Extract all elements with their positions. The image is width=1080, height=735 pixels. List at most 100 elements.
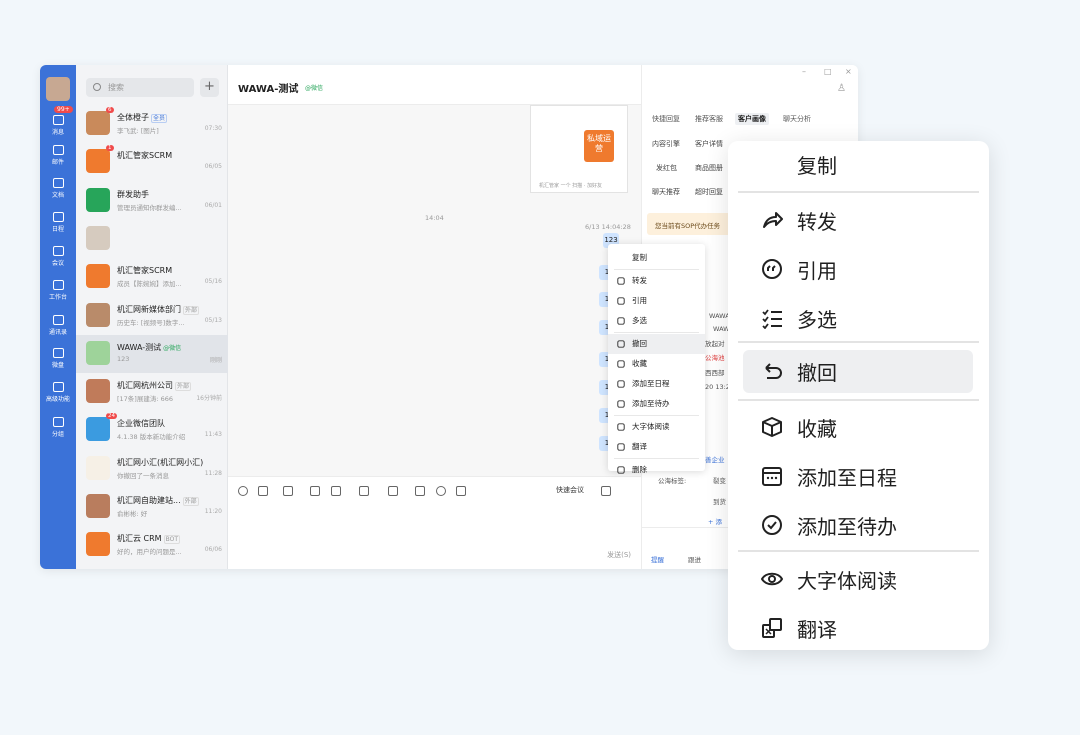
tab-quick-reply[interactable]: 快捷回复 — [652, 114, 680, 124]
conversation-item[interactable]: WAWA-测试 @微信 123 刚刚 — [76, 334, 228, 373]
menu-item-undo[interactable]: 撤回 — [608, 334, 705, 354]
profile-pool: 公海池 — [705, 354, 725, 362]
menu-item-multiselect[interactable]: 多选 — [743, 297, 973, 340]
red-packet-button[interactable]: 发红包 — [656, 163, 677, 173]
menu-item-label: 撤回 — [632, 339, 647, 348]
tab-recommend-cs[interactable]: 推荐客服 — [695, 114, 723, 124]
menu-item-translate[interactable]: 翻译 — [608, 437, 705, 457]
tab-customer-profile[interactable]: 客户画像 — [735, 113, 769, 125]
menu-item-collect[interactable]: 收藏 — [743, 406, 973, 449]
chat-recommend-button[interactable]: 聊天推荐 — [652, 187, 680, 197]
rail-meeting[interactable]: 会议 — [40, 246, 76, 267]
conversation-avatar — [86, 264, 110, 289]
panel-toggle-icon[interactable] — [601, 486, 611, 496]
conversation-item[interactable]: 机汇网自助建站... 外部 俞彬彬: 好 11:20 — [76, 488, 228, 526]
menu-item-todo[interactable]: 添加至待办 — [743, 504, 973, 547]
avatar[interactable] — [46, 77, 70, 101]
product-album-button[interactable]: 商品图册 — [695, 163, 723, 173]
menu-separator — [614, 415, 699, 416]
menu-separator — [614, 269, 699, 270]
rail-messages[interactable]: 消息 — [40, 115, 76, 136]
doc-icon[interactable] — [310, 486, 320, 496]
menu-item-trash[interactable]: 删除 — [608, 460, 705, 480]
coupon-icon[interactable] — [415, 486, 425, 496]
message-composer[interactable]: 快速会议 发送(S) — [228, 476, 641, 569]
conversation-item[interactable]: 群发助手 管理员通知你群发编... 06/01 — [76, 182, 228, 220]
conversation-preview: 123 — [117, 354, 130, 363]
rail-workbench[interactable]: 工作台 — [40, 280, 76, 301]
clock-icon[interactable] — [456, 486, 466, 496]
conversation-time: 11:28 — [204, 469, 222, 477]
phone-icon[interactable] — [388, 486, 398, 496]
tab-reminder[interactable]: 提醒 — [651, 554, 664, 564]
menu-item-eye[interactable]: 大字体阅读 — [743, 558, 973, 601]
close-icon[interactable]: × — [845, 67, 852, 76]
conversation-name: 企业微信团队 — [117, 419, 165, 429]
menu-item-quote[interactable]: 引用 — [743, 248, 973, 291]
conversation-name: 机汇网自助建站... 外部 — [117, 496, 199, 506]
rail-drive[interactable]: 微盘 — [40, 348, 76, 369]
contacts-icon — [52, 315, 64, 325]
conversation-item[interactable]: 机汇云 CRM BOT 好的，用户的问题是... 06/06 — [76, 526, 228, 564]
conversation-name: 机汇云 CRM BOT — [117, 534, 180, 545]
menu-item-copy[interactable]: 复制 — [608, 248, 705, 268]
conversation-item[interactable]: 机汇网新媒体部门 外部 历史车: [视频号]数字... 05/13 — [76, 297, 228, 335]
add-tag[interactable]: + 添 — [708, 516, 722, 526]
conversation-item[interactable]: 机汇管家SCRM 成员【陈婉婉】添加... 05/16 — [76, 258, 228, 296]
rail-groups[interactable]: 分组 — [40, 417, 76, 438]
rail-mail[interactable]: 邮件 — [40, 145, 76, 166]
menu-item-forward[interactable]: 转发 — [743, 199, 973, 242]
quick-meeting-button[interactable]: 快速会议 — [556, 485, 584, 495]
conversation-item[interactable]: 6 全体橙子 全员 李飞武: [图片] 07:30 — [76, 105, 228, 143]
rail-label: 工作台 — [48, 294, 67, 301]
tab-chat-analysis[interactable]: 聊天分析 — [783, 114, 811, 124]
conversation-avatar — [86, 111, 110, 135]
timestamp: 14:04 — [425, 214, 444, 222]
menu-item-collect[interactable]: 收藏 — [608, 354, 705, 374]
menu-item-calendar[interactable]: 添加至日程 — [608, 374, 705, 394]
more-icon[interactable] — [436, 486, 446, 496]
profile-text: 放起对 — [705, 340, 725, 348]
minimize-icon[interactable]: – — [802, 67, 806, 76]
rail-calendar[interactable]: 日程 — [40, 212, 76, 233]
menu-item-undo[interactable]: 撤回 — [743, 350, 973, 393]
menu-item-forward[interactable]: 转发 — [608, 271, 705, 291]
timeout-reply-button[interactable]: 超时回复 — [695, 187, 723, 197]
image-message[interactable]: 私域运营 机汇管家 一个 扫描 · 加好友 — [530, 105, 628, 193]
menu-separator — [614, 332, 699, 333]
menu-item-quote[interactable]: 引用 — [608, 291, 705, 311]
conversation-item[interactable]: 1 机汇管家SCRM 06/05 — [76, 143, 228, 181]
customer-detail-button[interactable]: 客户详情 — [695, 139, 723, 149]
conversation-item[interactable]: 24 企业微信团队 4.1.38 版本新功能介绍 11:43 — [76, 411, 228, 449]
menu-item-multiselect[interactable]: 多选 — [608, 311, 705, 331]
rail-contacts[interactable]: 通讯录 — [40, 315, 76, 336]
conversation-item[interactable] — [76, 220, 228, 258]
menu-item-todo[interactable]: 添加至待办 — [608, 394, 705, 414]
calendar-icon — [617, 380, 625, 388]
unread-badge: 99+ — [54, 106, 73, 113]
menu-item-label: 撤回 — [797, 361, 837, 385]
conversation-preview: 你撤回了一条消息 — [117, 471, 169, 480]
menu-item-translate[interactable]: 翻译 — [743, 607, 973, 650]
menu-item-eye[interactable]: 大字体阅读 — [608, 417, 705, 437]
scissors-icon[interactable] — [258, 486, 268, 496]
conversation-preview: [17条]展建涛: 666 — [117, 395, 174, 404]
add-button[interactable]: + — [200, 78, 219, 97]
tab-followup[interactable]: 跟进 — [688, 554, 701, 564]
check-icon[interactable] — [331, 486, 341, 496]
conversation-list: 搜索 + 6 全体橙子 全员 李飞武: [图片] 07:30 1 机汇管家SCRM 06/05… — [76, 65, 228, 569]
conversation-item[interactable]: 机汇网杭州公司 外部 [17条]展建涛: 666 16分钟前 — [76, 373, 228, 411]
send-button[interactable]: 发送(S) — [607, 550, 631, 560]
add-member-icon[interactable]: ♙ — [837, 83, 846, 94]
rail-advanced[interactable]: 高级功能 — [40, 382, 76, 403]
folder-icon[interactable] — [359, 486, 369, 496]
menu-item-copy[interactable]: 复制 — [743, 143, 973, 186]
image-icon[interactable] — [283, 486, 293, 496]
maximize-icon[interactable]: □ — [824, 67, 832, 76]
emoji-icon[interactable] — [238, 486, 248, 496]
content-engine-button[interactable]: 内容引擎 — [652, 139, 680, 149]
conversation-item[interactable]: 机汇网小汇(机汇网小汇) 你撤回了一条消息 11:28 — [76, 450, 228, 488]
rail-docs[interactable]: 文档 — [40, 178, 76, 199]
search-input[interactable]: 搜索 — [86, 78, 194, 97]
menu-item-calendar[interactable]: 添加至日程 — [743, 455, 973, 498]
